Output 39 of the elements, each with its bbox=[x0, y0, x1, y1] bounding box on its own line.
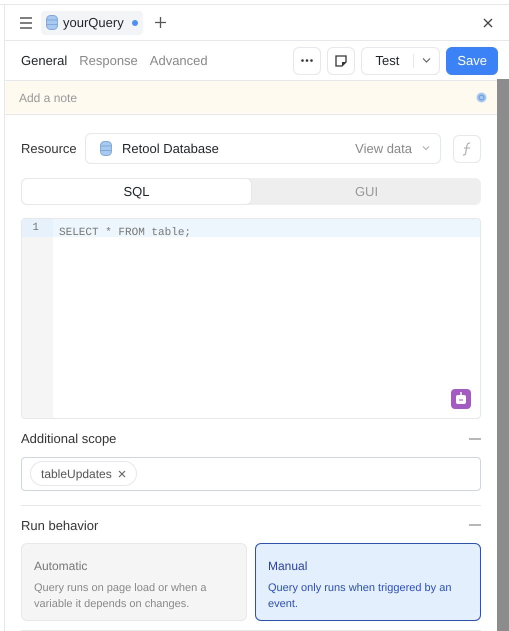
run-option-card[interactable]: Manual Query only runs when triggered by an event. bbox=[255, 543, 481, 621]
chevron-down-icon[interactable] bbox=[422, 58, 432, 63]
note-icon bbox=[334, 54, 347, 66]
tag-label: tableUpdates bbox=[41, 466, 112, 482]
option-description: Query only runs when triggered by an event. bbox=[268, 581, 452, 612]
note-field[interactable]: Add a note bbox=[5, 81, 497, 114]
chevron-down-icon bbox=[422, 146, 430, 151]
scope-tag[interactable]: tableUpdates bbox=[30, 461, 137, 486]
view-data-link[interactable]: View data bbox=[355, 138, 412, 158]
database-icon bbox=[46, 15, 58, 30]
section-title: Additional scope bbox=[21, 430, 116, 448]
mode-tab[interactable]: SQL bbox=[21, 178, 252, 205]
line-number: 1 bbox=[22, 219, 53, 237]
run-option-card[interactable]: Automatic Query runs on page load or when a variable it depends on changes. bbox=[21, 543, 247, 621]
add-icon[interactable] bbox=[154, 17, 166, 28]
more-icon bbox=[300, 59, 313, 62]
tab[interactable]: Advanced bbox=[150, 50, 208, 70]
menu-icon[interactable] bbox=[19, 16, 33, 28]
scope-field[interactable]: tableUpdates bbox=[21, 456, 481, 490]
option-title: Manual bbox=[268, 558, 308, 575]
code-editor[interactable]: 1 SELECT * FROM table; bbox=[21, 218, 481, 419]
tab[interactable]: Response bbox=[79, 50, 138, 70]
save-button[interactable]: Save bbox=[446, 46, 498, 74]
remove-icon[interactable] bbox=[118, 470, 126, 478]
more-button[interactable] bbox=[292, 46, 321, 74]
test-button[interactable]: Test bbox=[360, 46, 440, 74]
close-icon[interactable] bbox=[483, 18, 493, 28]
database-icon bbox=[100, 141, 112, 156]
function-icon bbox=[462, 142, 472, 156]
code-line: SELECT * FROM table; bbox=[59, 227, 192, 239]
section-title: Run behavior bbox=[21, 516, 98, 534]
assistant-icon[interactable] bbox=[451, 389, 471, 409]
query-tab[interactable]: yourQuery bbox=[41, 10, 143, 34]
resource-select[interactable]: Retool Database View data bbox=[85, 133, 441, 164]
notes-button[interactable] bbox=[326, 46, 355, 74]
tab[interactable]: General bbox=[21, 50, 68, 70]
scrollbar[interactable] bbox=[497, 79, 509, 631]
option-description: Query runs on page load or when a variable it depends on changes. bbox=[34, 581, 208, 612]
option-title: Automatic bbox=[34, 558, 88, 575]
